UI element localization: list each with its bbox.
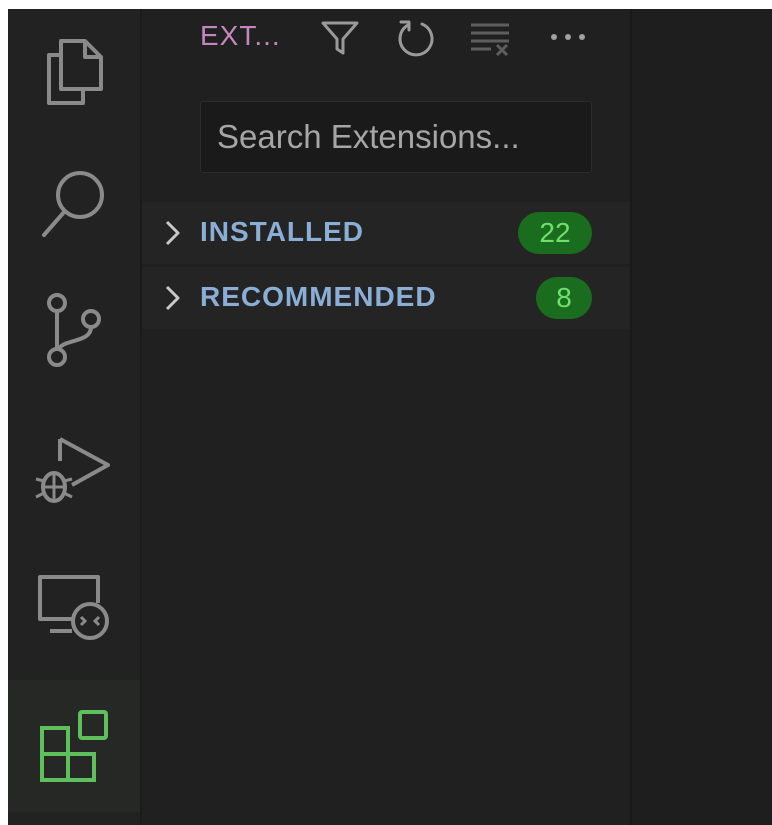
sidebar-header: EXT... — [142, 9, 630, 71]
source-control-icon — [47, 293, 101, 367]
remote-explorer-icon — [38, 575, 109, 640]
search-extensions-input[interactable] — [215, 117, 591, 157]
activity-extensions[interactable] — [8, 680, 140, 812]
search-icon — [42, 171, 104, 237]
more-actions-button[interactable] — [546, 15, 590, 59]
section-recommended-label: RECOMMENDED — [200, 281, 437, 312]
clear-results-button[interactable] — [468, 15, 512, 59]
section-recommended[interactable]: RECOMMENDED 8 — [142, 267, 630, 329]
activity-remote-explorer[interactable] — [8, 545, 140, 677]
files-icon — [47, 39, 103, 105]
chevron-right-icon — [165, 285, 180, 311]
chevron-right-icon — [165, 220, 180, 246]
activity-bar — [8, 9, 140, 825]
filter-button[interactable] — [318, 15, 362, 59]
activity-run-debug[interactable] — [8, 405, 140, 537]
activity-explorer[interactable] — [8, 9, 140, 137]
extensions-icon — [40, 710, 108, 782]
recommended-count-badge: 8 — [536, 277, 592, 319]
refresh-button[interactable] — [394, 15, 438, 59]
extensions-sidebar: EXT... Search Extensions... INSTALLED 22… — [142, 9, 630, 825]
installed-count-badge: 22 — [518, 212, 592, 254]
vscode-window: EXT... Search Extensions... INSTALLED 22… — [8, 9, 772, 825]
section-installed[interactable]: INSTALLED 22 — [142, 202, 630, 264]
clear-results-icon — [471, 23, 509, 57]
section-installed-label: INSTALLED — [200, 216, 365, 247]
more-actions-icon — [551, 34, 585, 40]
filter-icon — [321, 21, 359, 55]
sidebar-title: EXT... — [200, 20, 281, 51]
search-extensions-box — [200, 101, 592, 173]
debug-icon — [35, 437, 110, 503]
activity-source-control[interactable] — [8, 265, 140, 397]
activity-search[interactable] — [8, 137, 140, 269]
editor-area — [632, 9, 772, 825]
refresh-icon — [398, 20, 434, 57]
